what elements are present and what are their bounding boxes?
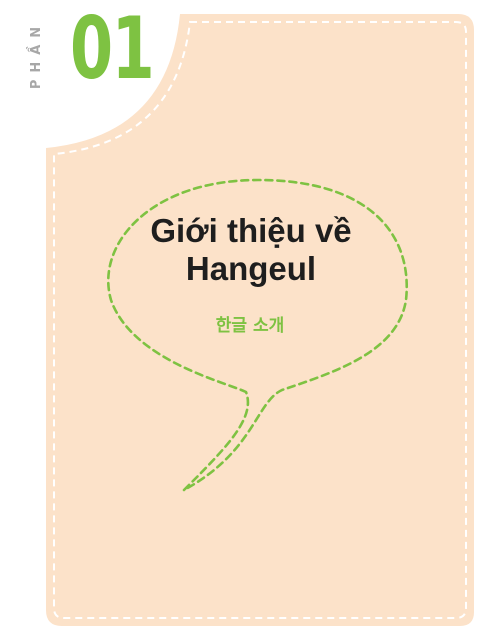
part-label: PHẦN: [26, 14, 48, 94]
chapter-title: Giới thiệu về Hangeul: [126, 212, 376, 288]
chapter-title-line-1: Giới thiệu về: [150, 212, 352, 249]
part-number: 01: [70, 0, 155, 99]
chapter-title-line-2: Hangeul: [185, 249, 317, 287]
part-label-text: PHẦN: [29, 19, 45, 89]
chapter-subtitle-korean: 한글 소개: [215, 316, 285, 336]
